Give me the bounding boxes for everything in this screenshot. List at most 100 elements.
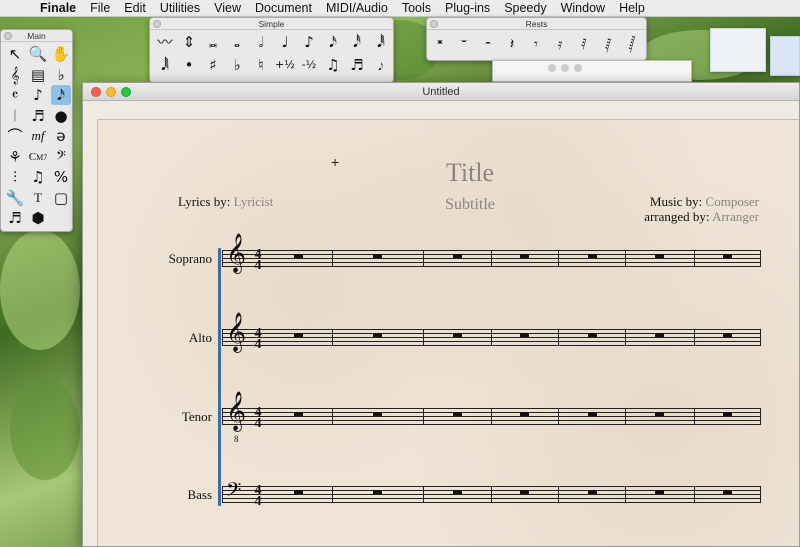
whole-rest[interactable] [520, 490, 529, 494]
lyrics-tool-icon[interactable]: ⚘ [5, 147, 25, 167]
whole-rest[interactable] [453, 333, 462, 337]
menu-file[interactable]: File [90, 1, 110, 15]
eighth-rest-icon[interactable]: 𝄾 [526, 34, 546, 54]
wrench-tool-icon[interactable]: 🔧 [5, 188, 25, 208]
menu-midi-audio[interactable]: MIDI/Audio [326, 1, 388, 15]
half-rest-icon[interactable]: 𝄼 [478, 34, 498, 54]
articulation-tool-icon[interactable]: ə [51, 126, 71, 146]
sixty-fourth-note-icon[interactable]: 𝅘𝅥𝅱 [371, 32, 391, 52]
treble-clef-icon[interactable]: 𝄞 [226, 315, 246, 349]
whole-rest[interactable] [655, 333, 664, 337]
chord-tool-icon[interactable]: CM7 [28, 147, 48, 167]
part-name-bass[interactable]: Bass [122, 487, 212, 503]
whole-rest[interactable] [294, 412, 303, 416]
palette-close-icon[interactable] [430, 20, 438, 28]
part-name-soprano[interactable]: Soprano [122, 251, 212, 267]
whole-rest[interactable] [520, 254, 529, 258]
time-signature[interactable]: 44 [252, 484, 264, 509]
selection-tool-icon[interactable]: ↖ [5, 44, 25, 64]
time-signature[interactable]: 44 [252, 248, 264, 273]
simple-entry-tool-icon[interactable]: ♪ [28, 85, 48, 105]
window-minimize-icon[interactable] [561, 64, 569, 72]
text-tool-icon[interactable]: T [28, 188, 48, 208]
speedy-entry-tool-icon[interactable]: 𝅘𝅥𝅯 [51, 85, 71, 105]
treble-clef-icon[interactable]: 𝄞 [226, 236, 246, 270]
128th-note-icon[interactable]: 𝅘𝅥𝅲 [155, 55, 175, 75]
menu-utilities[interactable]: Utilities [160, 1, 200, 15]
dot-icon[interactable]: • [179, 55, 199, 75]
menu-plug-ins[interactable]: Plug-ins [445, 1, 490, 15]
treble-8vb-clef-icon[interactable]: 𝄞 [226, 394, 246, 428]
half-step-down-icon[interactable]: -½ [299, 55, 319, 75]
document-title-bar[interactable]: Untitled [83, 83, 799, 101]
measure-tool-icon[interactable]: 𝄀 [5, 106, 25, 126]
whole-rest[interactable] [588, 412, 597, 416]
whole-rest[interactable] [294, 254, 303, 258]
menu-view[interactable]: View [214, 1, 241, 15]
thirty-second-note-icon[interactable]: 𝅘𝅥𝅰 [347, 32, 367, 52]
whole-rest[interactable] [453, 412, 462, 416]
whole-rest[interactable] [294, 333, 303, 337]
score-title[interactable]: Title [398, 158, 542, 188]
desktop-file-icon[interactable] [710, 28, 766, 72]
palette-close-icon[interactable] [4, 32, 12, 40]
score-subtitle[interactable]: Subtitle [398, 196, 542, 214]
system-bracket[interactable] [218, 248, 221, 506]
composer-line[interactable]: Music by: Composer [650, 194, 759, 210]
special-tools-icon[interactable]: % [51, 167, 71, 187]
tie-icon[interactable]: ♫ [323, 55, 343, 75]
half-note-icon[interactable]: 𝅗𝅥 [251, 32, 271, 52]
hand-grabber-icon[interactable]: ✋ [51, 44, 71, 64]
key-signature-tool-icon[interactable]: ▤ [28, 65, 48, 85]
half-step-up-icon[interactable]: +½ [275, 55, 295, 75]
double-whole-note-icon[interactable]: 𝅜 [203, 32, 223, 52]
palette-title-bar[interactable]: Rests [427, 18, 646, 30]
palette-title-bar[interactable]: Main [1, 30, 72, 42]
part-name-tenor[interactable]: Tenor [122, 409, 212, 425]
score-page[interactable]: + Title Subtitle Lyrics by: Lyricist Mus… [97, 119, 799, 546]
whole-rest[interactable] [588, 333, 597, 337]
whole-rest[interactable] [520, 412, 529, 416]
whole-rest[interactable] [588, 254, 597, 258]
window-zoom-icon[interactable] [574, 64, 582, 72]
menu-window[interactable]: Window [561, 1, 605, 15]
arranger-line[interactable]: arranged by: Arranger [644, 209, 759, 225]
whole-rest[interactable] [294, 490, 303, 494]
whole-rest[interactable] [723, 254, 732, 258]
menu-help[interactable]: Help [619, 1, 645, 15]
whole-rest[interactable] [655, 254, 664, 258]
time-signature[interactable]: 44 [252, 406, 264, 431]
window-close-icon[interactable] [548, 64, 556, 72]
staff-tool-icon[interactable]: 𝄞 [5, 65, 25, 85]
sixteenth-note-icon[interactable]: 𝅘𝅥𝅯 [323, 32, 343, 52]
whole-rest[interactable] [373, 333, 382, 337]
lyricist-line[interactable]: Lyrics by: Lyricist [178, 194, 273, 210]
window-close-icon[interactable] [91, 87, 101, 97]
window-minimize-icon[interactable] [106, 87, 116, 97]
tuplet-tool-icon[interactable]: ♬ [28, 106, 48, 126]
smart-shape-tool-icon[interactable]: ⌒ [5, 126, 25, 146]
menu-document[interactable]: Document [255, 1, 312, 15]
clef-tool-icon[interactable]: 𝄢 [51, 147, 71, 167]
tuplet-icon[interactable]: ♬ [347, 55, 367, 75]
whole-rest[interactable] [723, 333, 732, 337]
whole-rest[interactable] [453, 254, 462, 258]
bass-clef-icon[interactable]: 𝄢 [226, 480, 241, 504]
flat-icon[interactable]: ♭ [227, 55, 247, 75]
graphics-tool-icon[interactable]: ♫ [28, 167, 48, 187]
quarter-note-icon[interactable]: ♩ [275, 32, 295, 52]
menu-tools[interactable]: Tools [402, 1, 431, 15]
key-tool-icon[interactable]: ♭ [51, 65, 71, 85]
natural-icon[interactable]: ♮ [251, 55, 271, 75]
whole-rest[interactable] [520, 333, 529, 337]
palette-title-bar[interactable]: Simple [150, 18, 393, 30]
mirror-tool-icon[interactable]: ● [51, 106, 71, 126]
menu-speedy[interactable]: Speedy [504, 1, 546, 15]
whole-rest[interactable] [655, 412, 664, 416]
sharp-icon[interactable]: ♯ [203, 55, 223, 75]
whole-rest[interactable] [373, 490, 382, 494]
note-mover-tool-icon[interactable]: ♬ [5, 208, 25, 228]
whole-rest[interactable] [373, 254, 382, 258]
grace-note-icon[interactable]: 𝆕 [371, 55, 391, 75]
menu-finale[interactable]: Finale [40, 1, 76, 15]
